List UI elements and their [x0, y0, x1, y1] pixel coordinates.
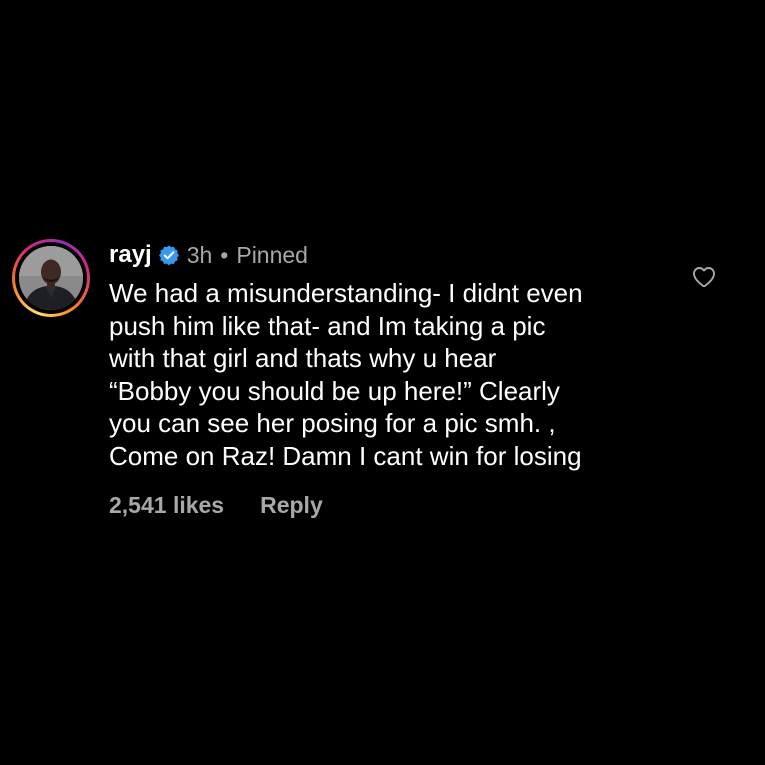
username[interactable]: rayj: [109, 241, 152, 269]
avatar-story-ring[interactable]: [12, 239, 90, 317]
timestamp: 3h: [186, 241, 213, 268]
avatar-photo: [19, 246, 83, 310]
separator-dot: •: [220, 241, 229, 268]
comment-text-line: “Bobby you should be up here!” Clearly: [109, 375, 560, 406]
comment-text-line: Come on Raz! Damn I cant win for losing: [109, 440, 582, 471]
comment-text-line: you can see her posing for a pic smh. ,: [109, 408, 556, 438]
avatar[interactable]: [19, 246, 83, 310]
comment-actions: 2,541 likes Reply: [109, 490, 323, 520]
pinned-label: Pinned: [236, 241, 308, 268]
reply-button[interactable]: Reply: [260, 492, 323, 519]
verified-badge-icon: [158, 244, 180, 266]
comment-header: rayj 3h • Pinned: [109, 239, 308, 271]
likes-count[interactable]: 2,541 likes: [109, 492, 224, 519]
comment: rayj 3h • Pinned We had a misunderstandi…: [0, 0, 765, 765]
comment-text: We had a misunderstanding- I didnt even …: [109, 277, 709, 472]
comment-text-line: push him like that- and Im taking a pic: [109, 310, 546, 341]
comment-text-line: with that girl and thats why u hear: [109, 343, 497, 373]
comment-text-line: We had a misunderstanding- I didnt even: [109, 278, 583, 308]
